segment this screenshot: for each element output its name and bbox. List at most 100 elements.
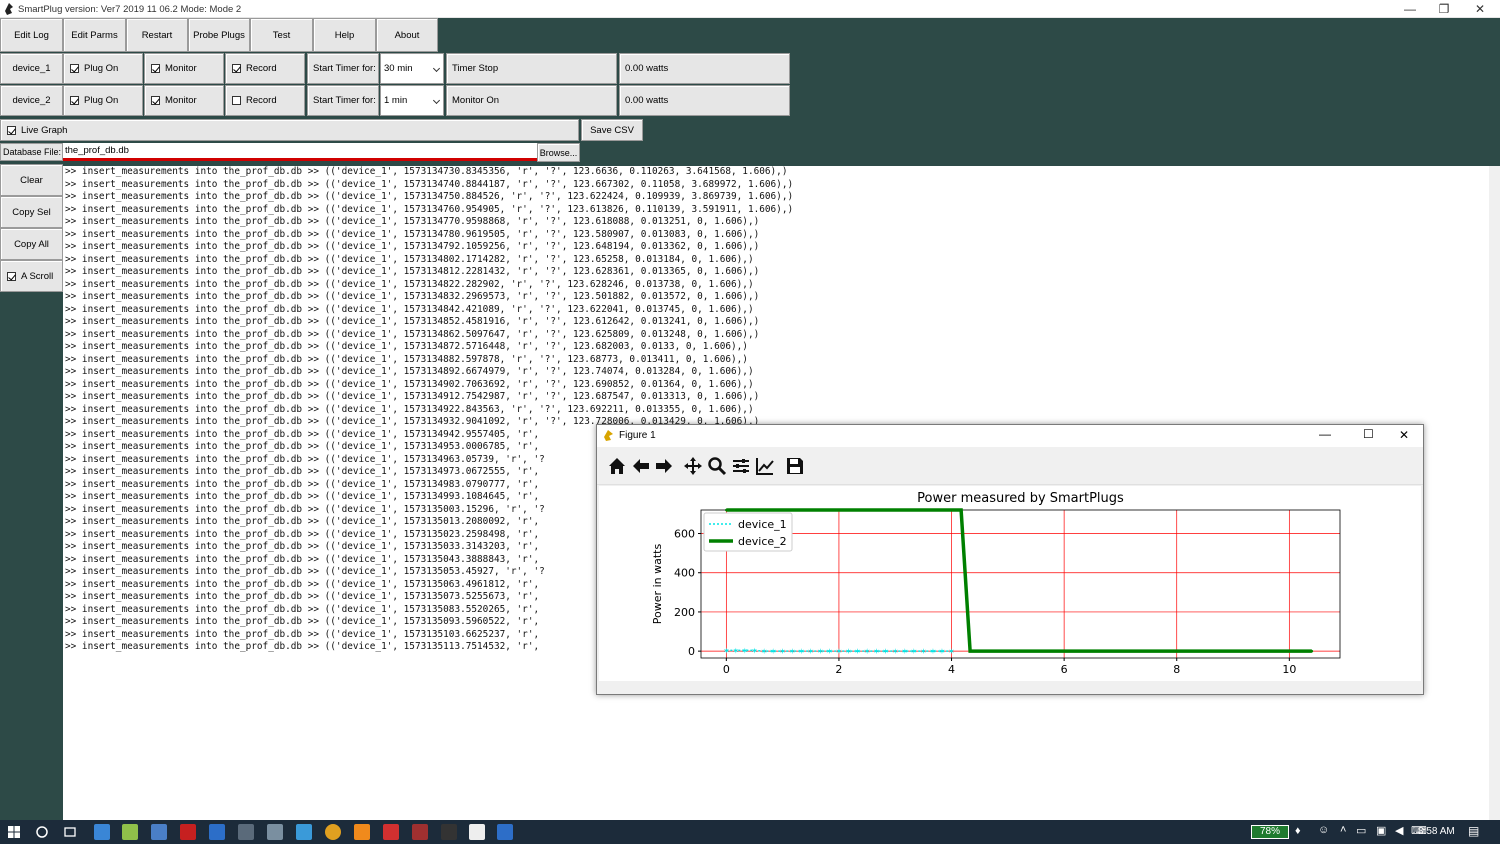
maximize-button[interactable]: ❐ — [1426, 1, 1462, 17]
browse-button[interactable]: Browse... — [537, 143, 580, 162]
data-point-device-1: ✶ — [920, 647, 927, 656]
log-line: >> insert_measurements into the_prof_db.… — [65, 203, 794, 215]
data-point-device-2 — [1090, 649, 1094, 653]
chevron-up-icon[interactable]: ˄ — [1340, 824, 1346, 836]
feather-app-icon[interactable] — [469, 824, 485, 840]
taskbar-app-icon[interactable] — [238, 824, 254, 840]
taskbar-app-icon[interactable] — [412, 824, 428, 840]
device-2-monitor-checkbox[interactable]: Monitor — [144, 85, 224, 116]
device-1-timer-select[interactable]: 30 min — [380, 53, 444, 84]
checkbox-box — [7, 271, 16, 281]
data-point-device-2 — [1072, 649, 1076, 653]
zoom-icon[interactable] — [707, 456, 727, 476]
device-2-plug-on-checkbox[interactable]: Plug On — [63, 85, 143, 116]
volume-icon[interactable]: ◀ — [1395, 824, 1403, 837]
edit-axis-icon[interactable] — [755, 456, 775, 476]
about-button[interactable]: About — [376, 18, 438, 52]
data-point-device-2 — [1259, 649, 1263, 653]
home-icon[interactable] — [607, 456, 627, 476]
live-graph-checkbox[interactable]: Live Graph — [0, 119, 579, 141]
device-1-record-checkbox[interactable]: Record — [225, 53, 305, 84]
save-icon[interactable] — [785, 456, 805, 476]
figure-minimize-button[interactable]: — — [1319, 427, 1331, 441]
save-csv-button[interactable]: Save CSV — [581, 119, 643, 141]
windows-start-icon[interactable] — [8, 826, 20, 838]
microphone-icon[interactable]: ♦ — [1295, 825, 1301, 837]
restart-button[interactable]: Restart — [126, 18, 188, 52]
taskbar-app-icon[interactable] — [497, 824, 513, 840]
configure-subplots-icon[interactable] — [731, 456, 751, 476]
legend-label-device-2: device_2 — [738, 535, 787, 548]
taskbar-app-icon[interactable] — [354, 824, 370, 840]
minimize-button[interactable]: — — [1392, 1, 1428, 17]
log-line: >> insert_measurements into the_prof_db.… — [65, 241, 760, 252]
help-button[interactable]: Help — [313, 18, 376, 52]
taskbar-app-icon[interactable] — [209, 824, 225, 840]
log-line: >> insert_measurements into the_prof_db.… — [65, 278, 754, 290]
data-point-device-2 — [725, 508, 728, 512]
terminal-icon[interactable] — [441, 824, 457, 840]
figure-close-button[interactable]: ✕ — [1399, 428, 1409, 442]
taskbar-app-icon[interactable] — [151, 824, 167, 840]
x-tick-label: 10 — [1282, 663, 1296, 676]
x-tick-label: 0 — [723, 663, 730, 676]
database-file-input[interactable]: the_prof_db.db — [63, 143, 537, 161]
taskbar-app-icon[interactable] — [267, 824, 283, 840]
chrome-icon[interactable] — [325, 824, 341, 840]
x-tick-label: 4 — [948, 663, 955, 676]
auto-scroll-checkbox[interactable]: A Scroll — [0, 260, 63, 292]
legend-label-device-1: device_1 — [738, 518, 787, 531]
probe-plugs-button[interactable]: Probe Plugs — [188, 18, 250, 52]
data-point-device-2 — [837, 508, 841, 512]
data-point-device-1: ✶ — [948, 647, 955, 656]
taskbar-app-icon[interactable] — [94, 824, 110, 840]
taskbar-app-icon[interactable] — [296, 824, 312, 840]
data-point-device-2 — [1250, 649, 1253, 653]
taskbar-app-icon[interactable] — [180, 824, 196, 840]
data-point-device-1: ✶ — [770, 647, 777, 656]
data-point-device-1: ✶ — [798, 647, 805, 656]
search-icon[interactable] — [35, 825, 49, 839]
data-point-device-2 — [734, 508, 738, 512]
device-2-power: 0.00 watts — [619, 85, 790, 116]
test-button[interactable]: Test — [250, 18, 313, 52]
close-button[interactable]: ✕ — [1462, 1, 1498, 17]
checkbox-box — [70, 64, 79, 73]
device-1-button[interactable]: device_1 — [0, 53, 63, 84]
device-1-plug-on-checkbox[interactable]: Plug On — [63, 53, 143, 84]
data-point-device-2 — [762, 508, 766, 512]
clear-button[interactable]: Clear — [0, 164, 63, 196]
log-scrollbar[interactable] — [1489, 166, 1500, 820]
battery-indicator[interactable]: 78% — [1251, 825, 1289, 839]
device-2-record-checkbox[interactable]: Record — [225, 85, 305, 116]
data-point-device-2 — [1128, 649, 1132, 653]
data-point-device-2 — [912, 508, 916, 512]
device-2-timer-select[interactable]: 1 min — [380, 85, 444, 116]
notifications-icon[interactable]: ▤ — [1468, 824, 1479, 838]
network-icon[interactable]: ▭ — [1356, 824, 1366, 837]
back-arrow-icon[interactable] — [631, 456, 651, 476]
forward-arrow-icon[interactable] — [654, 456, 674, 476]
task-view-icon[interactable] — [63, 825, 77, 839]
data-point-device-2 — [968, 649, 972, 653]
people-icon[interactable]: ☺ — [1318, 824, 1329, 836]
clock[interactable]: 8:58 AM — [1418, 826, 1455, 837]
figure-canvas[interactable]: Power measured by SmartPlugs 0 2 4 6 8 10 0 200 4… — [599, 486, 1421, 681]
taskbar-app-icon[interactable] — [122, 824, 138, 840]
data-point-device-2 — [950, 508, 953, 512]
feather-icon — [604, 430, 613, 441]
device-2-timer-label: Start Timer for: — [307, 85, 379, 116]
power-chart: Power measured by SmartPlugs 0 2 4 6 8 10 0 200 4… — [651, 491, 1341, 676]
pan-icon[interactable] — [683, 456, 703, 476]
device-2-button[interactable]: device_2 — [0, 85, 63, 116]
figure-maximize-button[interactable]: ☐ — [1363, 427, 1374, 441]
data-point-device-2 — [959, 508, 963, 512]
edit-log-button[interactable]: Edit Log — [0, 18, 63, 52]
device-1-monitor-checkbox[interactable]: Monitor — [144, 53, 224, 84]
copy-sel-button[interactable]: Copy Sel — [0, 196, 63, 228]
taskbar-app-icon[interactable] — [383, 824, 399, 840]
edit-parms-button[interactable]: Edit Parms — [63, 18, 126, 52]
device-2-status: Monitor On — [446, 85, 617, 116]
display-icon[interactable]: ▣ — [1376, 824, 1386, 837]
copy-all-button[interactable]: Copy All — [0, 228, 63, 260]
